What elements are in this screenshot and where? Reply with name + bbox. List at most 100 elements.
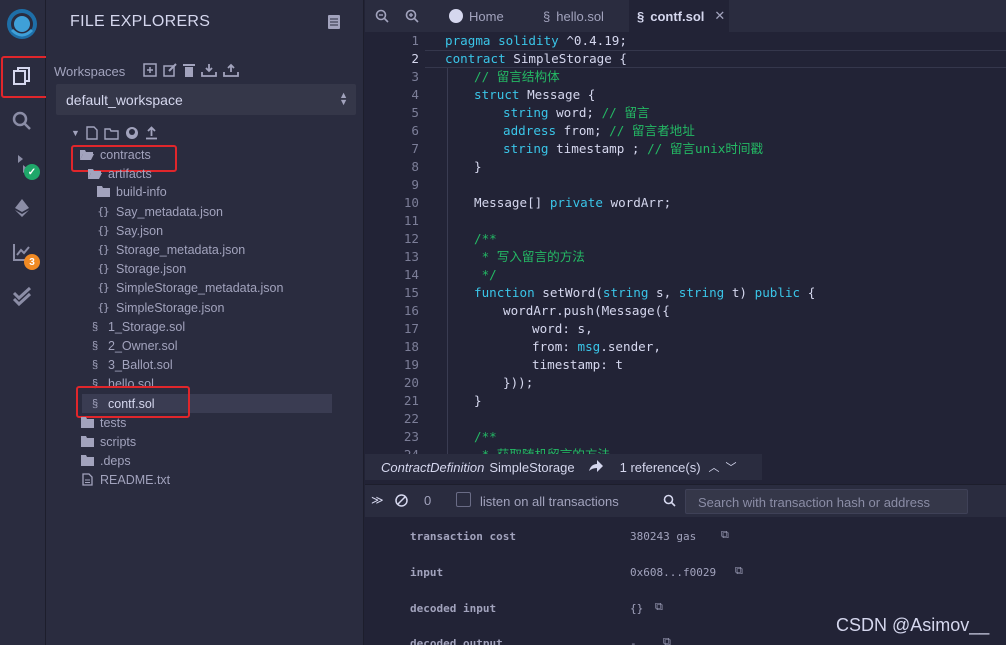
upload-icon[interactable] <box>145 126 158 140</box>
line-number: 14 <box>403 267 419 282</box>
line-number: 22 <box>403 411 419 426</box>
references-count: 1 reference(s) <box>619 459 701 475</box>
add-workspace-icon[interactable] <box>143 63 157 77</box>
line-number: 23 <box>403 429 419 444</box>
collapse-caret-icon[interactable]: ▼ <box>71 128 80 138</box>
icon-panel: ✓ 3 <box>0 0 55 645</box>
file-label: SimpleStorage_metadata.json <box>116 280 284 295</box>
zoom-out-icon[interactable] <box>375 0 393 32</box>
code-line: } <box>474 159 482 174</box>
file-json[interactable]: {} Storage.json <box>96 259 186 278</box>
editor-tabs: Home § hello.sol § contf.sol ✕ <box>365 0 1006 32</box>
folder-artifacts[interactable]: artifacts <box>88 164 152 183</box>
file-sol[interactable]: § 2_Owner.sol <box>88 336 178 355</box>
file-label: Storage_metadata.json <box>116 242 246 257</box>
line-number: 24 <box>385 446 419 454</box>
line-number: 9 <box>411 177 419 192</box>
workspaces-label: Workspaces <box>54 64 126 79</box>
code-line: wordArr.push(Message({ <box>503 303 670 318</box>
line-number: 7 <box>411 141 419 156</box>
download-workspace-icon[interactable] <box>201 63 217 77</box>
goto-definition-icon[interactable] <box>588 459 603 475</box>
search-icon <box>663 494 676 512</box>
tx-field-key: input <box>410 566 444 579</box>
file-sol[interactable]: § 3_Ballot.sol <box>88 355 173 374</box>
clear-console-icon[interactable] <box>395 494 408 512</box>
code-line: function setWord(string s, string t) pub… <box>474 285 816 300</box>
copy-icon[interactable]: ⧉ <box>663 635 671 645</box>
listen-checkbox[interactable] <box>456 492 471 507</box>
remix-ide: ✓ 3 FILE EXPLORERS Workspaces default_wo… <box>0 0 1006 645</box>
json-file-icon: {} <box>97 205 109 218</box>
file-json[interactable]: {} Say.json <box>96 221 163 240</box>
restore-workspace-icon[interactable] <box>223 63 239 77</box>
file-sol[interactable]: § 1_Storage.sol <box>88 317 185 336</box>
code-line: pragma solidity ^0.4.19; <box>445 33 627 48</box>
copy-icon[interactable]: ⧉ <box>721 528 729 542</box>
json-file-icon: {} <box>97 262 109 275</box>
file-label: 2_Owner.sol <box>108 338 178 353</box>
delete-workspace-icon[interactable] <box>183 63 195 77</box>
github-icon[interactable] <box>125 126 139 140</box>
code-line: * 获取随机留言的方法 <box>474 446 611 454</box>
copy-icon[interactable]: ⧉ <box>735 564 743 578</box>
tab-home[interactable]: Home <box>441 0 512 32</box>
file-json[interactable]: {} Storage_metadata.json <box>96 240 245 259</box>
deploy-run-icon[interactable] <box>8 194 36 222</box>
tree-toolbar: ▼ <box>71 126 158 140</box>
tab-contf-sol[interactable]: § contf.sol ✕ <box>629 0 729 32</box>
new-folder-icon[interactable] <box>104 127 119 140</box>
copy-icon[interactable]: ⧉ <box>655 600 663 614</box>
code-line: struct Message { <box>474 87 596 102</box>
code-editor[interactable]: 1 2 3 4 5 6 7 8 9 10 11 12 13 14 15 16 1… <box>365 32 1006 454</box>
definition-kind: ContractDefinition <box>381 459 485 475</box>
file-explorer-icon[interactable] <box>8 62 36 90</box>
folder-deps[interactable]: .deps <box>80 451 131 470</box>
folder-build-info[interactable]: build-info <box>96 182 167 201</box>
double-check-icon[interactable] <box>8 282 36 310</box>
close-tab-icon[interactable]: ✕ <box>714 8 725 24</box>
line-number: 10 <box>403 195 419 210</box>
code-line: */ <box>474 267 497 282</box>
line-number: 17 <box>403 321 419 336</box>
json-file-icon: {} <box>97 281 109 294</box>
collapse-terminal-icon[interactable]: ≫ <box>371 493 384 507</box>
chevron-up-icon[interactable]: ︿ <box>709 459 720 475</box>
folder-scripts[interactable]: scripts <box>80 432 136 451</box>
solidity-file-icon: § <box>91 358 99 371</box>
chevron-down-icon[interactable]: ﹀ <box>726 459 737 475</box>
zoom-in-icon[interactable] <box>405 0 423 32</box>
folder-label: build-info <box>116 184 167 199</box>
code-line: /** <box>474 231 497 246</box>
folder-label: scripts <box>100 434 137 449</box>
tx-field-value: 380243 gas <box>630 530 697 543</box>
folder-tests[interactable]: tests <box>80 413 126 432</box>
documentation-icon[interactable] <box>328 15 340 34</box>
search-icon[interactable] <box>8 107 36 135</box>
folder-icon <box>80 435 94 449</box>
definition-name: SimpleStorage <box>489 459 575 475</box>
file-json[interactable]: {} SimpleStorage.json <box>96 298 224 317</box>
line-number: 2 <box>411 51 419 66</box>
file-readme[interactable]: README.txt <box>80 470 170 489</box>
line-number: 3 <box>411 69 419 84</box>
file-label: Say.json <box>116 223 164 238</box>
workspace-select[interactable]: default_workspace ▲ ▼ <box>56 84 356 115</box>
remix-logo-icon[interactable] <box>4 6 40 42</box>
folder-icon <box>80 416 94 430</box>
code-line: } <box>474 393 482 408</box>
folder-label: .deps <box>100 453 131 468</box>
tab-label: contf.sol <box>650 8 705 24</box>
new-file-icon[interactable] <box>86 126 98 140</box>
file-json[interactable]: {} Say_metadata.json <box>96 202 223 221</box>
file-label: 3_Ballot.sol <box>108 357 173 372</box>
file-json[interactable]: {} SimpleStorage_metadata.json <box>96 278 283 297</box>
transaction-search-input[interactable]: Search with transaction hash or address <box>685 489 968 514</box>
line-number: 20 <box>403 375 419 390</box>
rename-workspace-icon[interactable] <box>163 63 177 77</box>
reference-bar: ContractDefinition SimpleStorage 1 refer… <box>365 454 762 480</box>
solidity-file-icon: § <box>91 320 99 333</box>
tx-field-key: decoded output <box>410 637 503 645</box>
pending-tx-count: 0 <box>424 493 432 508</box>
tab-hello-sol[interactable]: § hello.sol <box>535 0 612 32</box>
